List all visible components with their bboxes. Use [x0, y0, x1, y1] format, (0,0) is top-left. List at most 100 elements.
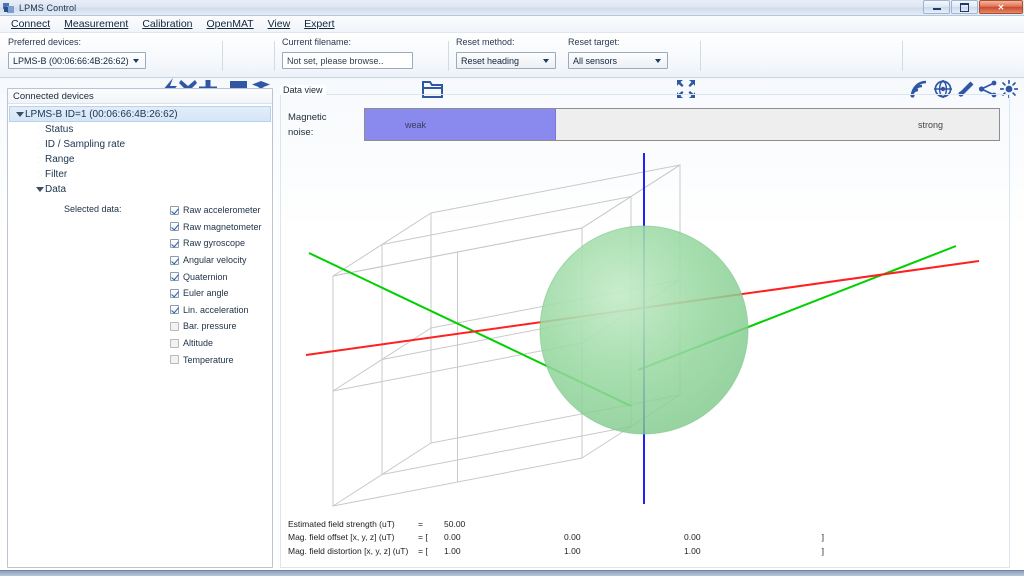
title-bar: LPMS Control ✕ — [0, 0, 1024, 16]
reset-target-value: All sensors — [573, 55, 618, 66]
checkbox-box-icon[interactable] — [170, 255, 179, 265]
preferred-devices-group: Preferred devices: LPMS-B (00:06:66:4B:2… — [8, 33, 150, 78]
tree-node-filter-label: Filter — [45, 169, 68, 180]
magnetic-noise-bar-fill — [365, 109, 557, 140]
selected-data-label: Selected data: — [64, 204, 122, 214]
checkbox-box-icon[interactable] — [170, 272, 179, 282]
expand-triangle-closed-icon[interactable] — [34, 170, 45, 179]
chevron-down-icon[interactable] — [128, 53, 143, 68]
tree-node-data[interactable]: Data — [8, 182, 272, 197]
readout-operator: = [ — [418, 532, 428, 543]
checkbox-box-icon[interactable] — [170, 205, 179, 215]
readout-value-y: 1.00 — [564, 545, 581, 556]
magnetometer-3d-scene — [305, 153, 980, 507]
tree-node-data-label: Data — [45, 184, 67, 195]
tree-node-filter[interactable]: Filter — [8, 167, 272, 182]
selected-data-section: Selected data: Raw accelerometer Raw mag… — [8, 202, 272, 368]
current-filename-value: Not set, please browse.. — [287, 55, 384, 66]
preferred-devices-value: LPMS-B (00:06:66:4B:26:62) — [13, 55, 129, 66]
checkbox-box-icon[interactable] — [170, 238, 179, 248]
checkbox-euler-angle[interactable]: Euler angle — [170, 285, 272, 302]
checkbox-euler-angle-label: Euler angle — [183, 288, 229, 299]
restore-button[interactable] — [951, 0, 978, 14]
readout-operator: = [ — [418, 545, 428, 556]
magnetic-noise-bar: weak strong — [364, 108, 1000, 141]
chevron-down-icon[interactable] — [538, 53, 553, 68]
reset-target-label: Reset target: — [568, 37, 620, 47]
expand-triangle-closed-icon[interactable] — [34, 125, 45, 134]
toolbar-separator-5 — [902, 41, 903, 71]
connected-devices-header: Connected devices — [8, 89, 272, 104]
checkbox-box-icon[interactable] — [170, 321, 179, 331]
desktop-taskbar-strip — [0, 570, 1024, 576]
checkbox-box-icon[interactable] — [170, 222, 179, 232]
reset-method-group: Reset method: Reset heading — [456, 33, 568, 78]
expand-triangle-closed-icon[interactable] — [34, 140, 45, 149]
magnetic-field-sphere — [540, 226, 748, 434]
toolbar-separator-3 — [448, 41, 449, 71]
current-filename-group: Current filename: Not set, please browse… — [282, 33, 442, 78]
menu-view-label: View — [267, 18, 291, 30]
expand-triangle-open-icon[interactable] — [34, 187, 45, 192]
menu-connect-label: Connect — [11, 18, 51, 30]
checkbox-raw-magnetometer[interactable]: Raw magnetometer — [170, 219, 272, 236]
checkbox-quaternion[interactable]: Quaternion — [170, 268, 272, 285]
readout-value-z: 0.00 — [684, 532, 701, 543]
checkbox-raw-gyroscope-label: Raw gyroscope — [183, 238, 246, 249]
checkbox-lin-acceleration[interactable]: Lin. acceleration — [170, 302, 272, 319]
menu-measurement-label: Measurement — [64, 18, 129, 30]
reset-target-combo[interactable]: All sensors — [568, 52, 668, 69]
magnetic-noise-label-line2: noise: — [288, 127, 314, 138]
readout-row: Estimated field strength (uT) = 50.00 — [288, 517, 988, 531]
field-readouts: Estimated field strength (uT) = 50.00 Ma… — [288, 517, 988, 558]
readout-operator: = — [418, 518, 423, 529]
menu-openmat[interactable]: OpenMAT — [200, 17, 261, 31]
menu-openmat-label: OpenMAT — [206, 18, 254, 30]
checkbox-bar-pressure[interactable]: Bar. pressure — [170, 318, 272, 335]
menu-connect[interactable]: Connect — [4, 17, 57, 31]
data-view-legend: Data view — [280, 85, 326, 95]
toolbar: Preferred devices: LPMS-B (00:06:66:4B:2… — [0, 33, 1024, 100]
checkbox-box-icon[interactable] — [170, 305, 179, 315]
checkbox-box-icon[interactable] — [170, 355, 179, 365]
reset-target-group: Reset target: All sensors — [568, 33, 680, 78]
reset-method-combo[interactable]: Reset heading — [456, 52, 556, 69]
menu-calibration[interactable]: Calibration — [135, 17, 199, 31]
checkbox-raw-accelerometer[interactable]: Raw accelerometer — [170, 202, 272, 219]
connected-devices-panel: Connected devices LPMS-B ID=1 (00:06:66:… — [7, 88, 273, 568]
toolbar-separator-2 — [274, 41, 275, 71]
readout-value-x: 0.00 — [444, 532, 461, 543]
current-filename-input[interactable]: Not set, please browse.. — [282, 52, 413, 69]
readout-value-y: 0.00 — [564, 532, 581, 543]
checkbox-temperature[interactable]: Temperature — [170, 351, 272, 368]
tree-node-device[interactable]: LPMS-B ID=1 (00:06:66:4B:26:62) — [9, 106, 271, 122]
chevron-down-icon[interactable] — [650, 53, 665, 68]
menu-calibration-label: Calibration — [142, 18, 193, 30]
tree-node-id-sampling-rate[interactable]: ID / Sampling rate — [8, 137, 272, 152]
tree-node-range[interactable]: Range — [8, 152, 272, 167]
magnetometer-3d-viewport[interactable] — [286, 148, 1002, 508]
menu-bar: Connect Measurement Calibration OpenMAT … — [0, 16, 1024, 33]
menu-expert-label: Expert — [304, 18, 335, 30]
selected-data-checkbox-list: Raw accelerometer Raw magnetometer Raw g… — [170, 202, 272, 368]
menu-expert[interactable]: Expert — [297, 17, 341, 31]
readout-bracket: ] — [821, 545, 824, 556]
checkbox-temperature-label: Temperature — [183, 354, 234, 365]
preferred-devices-combo[interactable]: LPMS-B (00:06:66:4B:26:62) — [8, 52, 146, 69]
menu-view[interactable]: View — [261, 17, 298, 31]
checkbox-box-icon[interactable] — [170, 288, 179, 298]
toolbar-separator-1 — [222, 41, 223, 71]
tree-node-status[interactable]: Status — [8, 122, 272, 137]
magnetic-noise-label-line1: Magnetic — [288, 112, 327, 123]
checkbox-raw-gyroscope[interactable]: Raw gyroscope — [170, 235, 272, 252]
close-button[interactable]: ✕ — [979, 0, 1023, 14]
checkbox-raw-accelerometer-label: Raw accelerometer — [183, 205, 261, 216]
menu-measurement[interactable]: Measurement — [57, 17, 135, 31]
minimize-button[interactable] — [923, 0, 950, 14]
checkbox-altitude[interactable]: Altitude — [170, 335, 272, 352]
checkbox-box-icon[interactable] — [170, 338, 179, 348]
expand-triangle-closed-icon[interactable] — [34, 155, 45, 164]
checkbox-angular-velocity[interactable]: Angular velocity — [170, 252, 272, 269]
expand-triangle-open-icon[interactable] — [14, 111, 25, 117]
checkbox-lin-acceleration-label: Lin. acceleration — [183, 304, 249, 315]
